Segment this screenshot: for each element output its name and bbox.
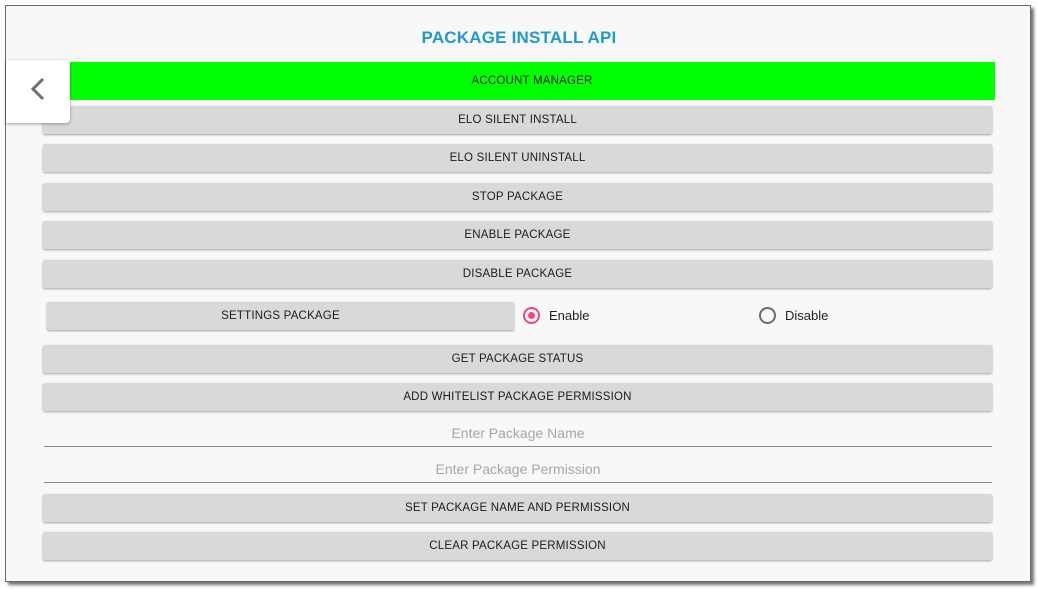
clear-package-permission-button[interactable]: CLEAR PACKAGE PERMISSION [43,532,992,560]
enable-radio-label: Enable [549,308,590,323]
chevron-left-icon [28,76,48,107]
settings-package-button[interactable]: SETTINGS PACKAGE [47,302,514,330]
enable-radio[interactable]: Enable [523,307,589,324]
disable-radio[interactable]: Disable [759,307,828,324]
radio-checked-icon [523,307,540,324]
add-whitelist-permission-button[interactable]: ADD WHITELIST PACKAGE PERMISSION [43,383,992,411]
radio-unchecked-icon [759,307,776,324]
silent-uninstall-button[interactable]: ELO SILENT UNINSTALL [43,144,992,172]
disable-package-button[interactable]: DISABLE PACKAGE [43,260,992,288]
disable-radio-label: Disable [785,308,829,323]
page-title: PACKAGE INSTALL API [421,28,617,47]
back-button[interactable] [6,60,70,123]
package-name-input[interactable] [44,420,992,447]
enable-package-button[interactable]: ENABLE PACKAGE [43,221,992,249]
get-package-status-button[interactable]: GET PACKAGE STATUS [43,345,992,373]
account-manager-button[interactable]: ACCOUNT MANAGER [69,62,995,100]
package-permission-input[interactable] [44,456,992,483]
set-name-permission-button[interactable]: SET PACKAGE NAME AND PERMISSION [43,494,992,522]
silent-install-button[interactable]: ELO SILENT INSTALL [43,106,992,134]
app-window: PACKAGE INSTALL API ACCOUNT MANAGER ELO … [5,5,1031,582]
stop-package-button[interactable]: STOP PACKAGE [43,183,992,211]
